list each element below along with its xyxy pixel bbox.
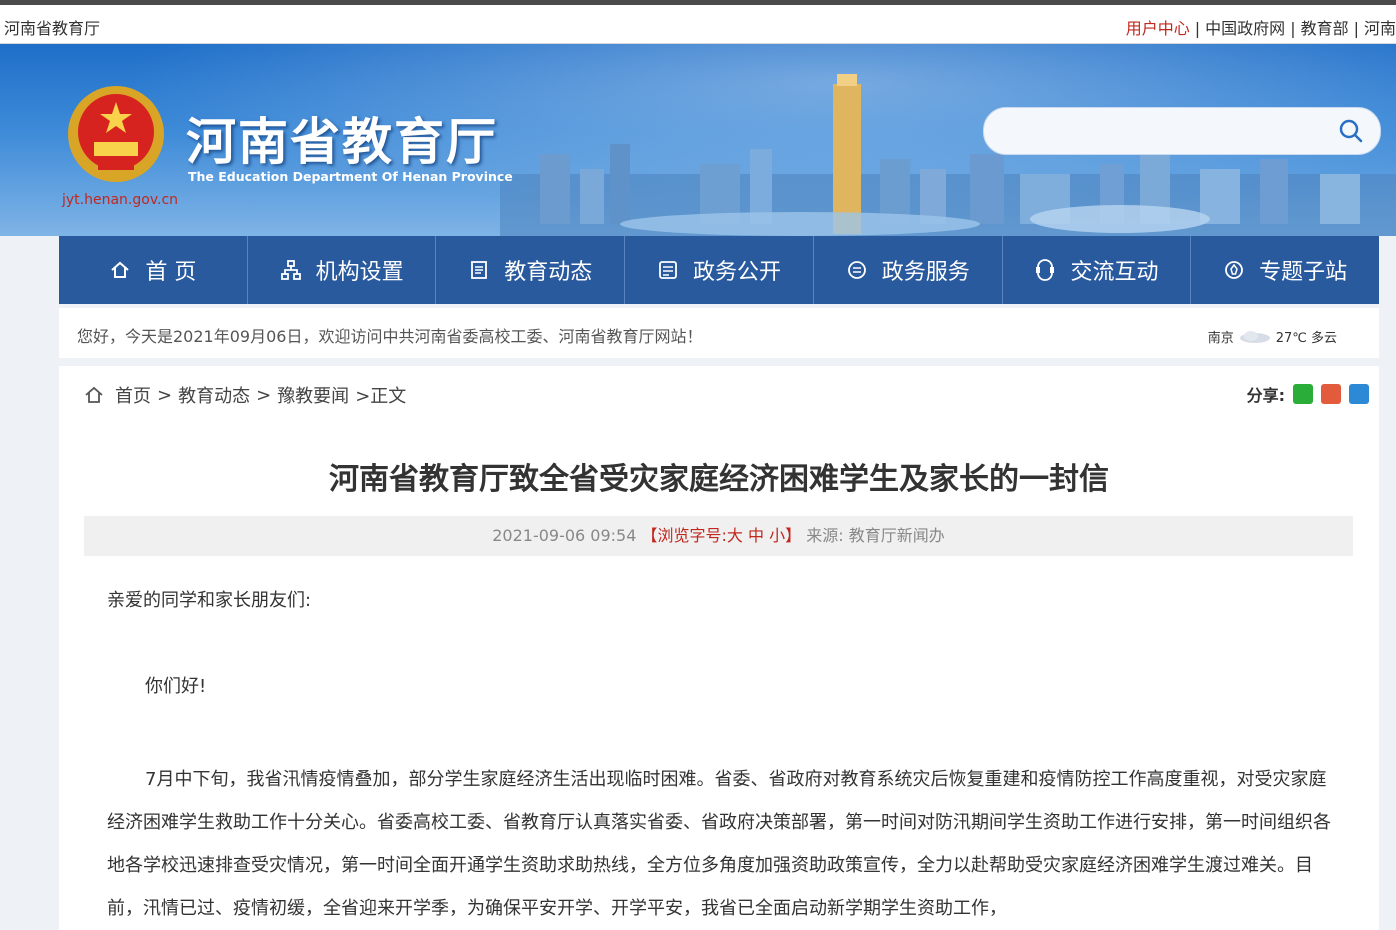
gov-link[interactable]: 中国政府网 bbox=[1205, 19, 1285, 38]
site-domain: jyt.henan.gov.cn bbox=[62, 192, 179, 208]
welcome-message: 您好，今天是2021年09月06日，欢迎访问中共河南省委高校工委、河南省教育厅网… bbox=[77, 327, 703, 346]
document-icon bbox=[659, 261, 677, 279]
article-meta: 2021-09-06 09:54 【浏览字号:大 中 小】 来源: 教育厅新闻办 bbox=[84, 516, 1353, 556]
article-salutation: 亲爱的同学和家长朋友们: bbox=[107, 590, 312, 611]
national-emblem-icon bbox=[68, 86, 164, 182]
separator: | bbox=[1290, 19, 1296, 38]
top-links: 用户中心 | 中国政府网 | 教育部 | 河南 bbox=[1126, 15, 1396, 39]
nav-item-home[interactable]: 首 页 bbox=[59, 236, 248, 304]
nav-label: 教育动态 bbox=[504, 260, 593, 285]
breadcrumb: 首页 > 教育动态 > 豫教要闻 >正文 bbox=[83, 382, 412, 408]
article-source: 来源: 教育厅新闻办 bbox=[806, 526, 945, 545]
user-center-link[interactable]: 用户中心 bbox=[1126, 19, 1190, 38]
article-paragraph: 7月中下旬，我省汛情疫情叠加，部分学生家庭经济生活出现临时困难。省委、省政府对教… bbox=[107, 769, 1331, 919]
font-size-suffix: 】 bbox=[785, 526, 802, 545]
share-bar: 分享: bbox=[1247, 382, 1369, 406]
header-banner: jyt.henan.gov.cn 河南省教育厅 The Education De… bbox=[0, 44, 1396, 236]
banner-title: 河南省教育厅 bbox=[186, 113, 498, 171]
home-icon bbox=[111, 261, 130, 278]
weather-temperature: 27℃ 多云 bbox=[1275, 331, 1337, 346]
weather-widget: 南京 27℃ 多云 bbox=[1208, 327, 1337, 346]
nav-label: 交流互动 bbox=[1070, 260, 1159, 285]
greeting-bar: 您好，今天是2021年09月06日，欢迎访问中共河南省委高校工委、河南省教育厅网… bbox=[59, 308, 1379, 358]
font-size-prefix: 【浏览字号: bbox=[641, 526, 727, 545]
henan-link[interactable]: 河南 bbox=[1364, 19, 1396, 38]
nav-label: 政务公开 bbox=[693, 260, 782, 285]
breadcrumb-separator: > bbox=[256, 384, 272, 406]
home-icon bbox=[85, 386, 103, 403]
nav-label: 首 页 bbox=[145, 260, 197, 285]
nav-item-interaction[interactable]: 交流互动 bbox=[1003, 236, 1192, 304]
article-panel: 首页 > 教育动态 > 豫教要闻 >正文 分享: 河南省教育厅致全省受灾家庭经济… bbox=[59, 366, 1379, 930]
news-icon bbox=[471, 261, 488, 279]
nav-item-topic-sites[interactable]: 专题子站 bbox=[1191, 236, 1379, 304]
government-service-icon bbox=[847, 261, 866, 279]
share-label: 分享: bbox=[1246, 386, 1285, 405]
site-name: 河南省教育厅 bbox=[4, 19, 101, 38]
nav-label: 政务服务 bbox=[881, 260, 970, 285]
top-bar: 河南省教育厅 用户中心 | 中国政府网 | 教育部 | 河南 bbox=[0, 5, 1396, 44]
search-icon[interactable] bbox=[1338, 118, 1364, 144]
search-input[interactable] bbox=[1002, 118, 1326, 146]
article-date: 2021-09-06 09:54 bbox=[492, 526, 637, 545]
topic-site-icon bbox=[1225, 261, 1244, 279]
banner-subtitle: The Education Department Of Henan Provin… bbox=[188, 169, 513, 184]
separator: | bbox=[1194, 19, 1201, 38]
wechat-icon[interactable] bbox=[1293, 384, 1313, 404]
font-medium-button[interactable]: 中 bbox=[748, 526, 764, 545]
nav-item-government-service[interactable]: 政务服务 bbox=[814, 236, 1003, 304]
breadcrumb-education-news[interactable]: 教育动态 bbox=[178, 382, 250, 408]
nav-label: 机构设置 bbox=[315, 260, 404, 285]
article-hello: 你们好! bbox=[145, 676, 207, 697]
cloud-icon bbox=[1239, 330, 1270, 343]
nav-item-government-affairs[interactable]: 政务公开 bbox=[625, 236, 814, 304]
nav-item-education-news[interactable]: 教育动态 bbox=[436, 236, 626, 304]
qq-icon[interactable] bbox=[1349, 384, 1369, 404]
interaction-icon bbox=[1036, 259, 1055, 281]
breadcrumb-home[interactable]: 首页 bbox=[115, 382, 151, 408]
font-small-button[interactable]: 小 bbox=[769, 526, 785, 545]
article-title: 河南省教育厅致全省受灾家庭经济困难学生及家长的一封信 bbox=[329, 462, 1109, 497]
main-nav: 首 页 机构设置 教育动态 政务公开 政务服务 交流互动 专题子站 bbox=[59, 236, 1379, 304]
weibo-icon[interactable] bbox=[1321, 384, 1341, 404]
city-skyline-image bbox=[500, 74, 1396, 236]
font-large-button[interactable]: 大 bbox=[727, 526, 743, 545]
weather-city: 南京 bbox=[1207, 331, 1234, 346]
nav-item-organization[interactable]: 机构设置 bbox=[248, 236, 437, 304]
search-box bbox=[983, 107, 1381, 155]
breadcrumb-current: >正文 bbox=[355, 386, 407, 407]
separator: | bbox=[1353, 19, 1359, 38]
breadcrumb-separator: > bbox=[157, 384, 173, 406]
org-chart-icon bbox=[280, 260, 301, 280]
moe-link[interactable]: 教育部 bbox=[1301, 19, 1349, 38]
nav-label: 专题子站 bbox=[1259, 260, 1348, 285]
breadcrumb-henan-news[interactable]: 豫教要闻 bbox=[277, 382, 349, 408]
